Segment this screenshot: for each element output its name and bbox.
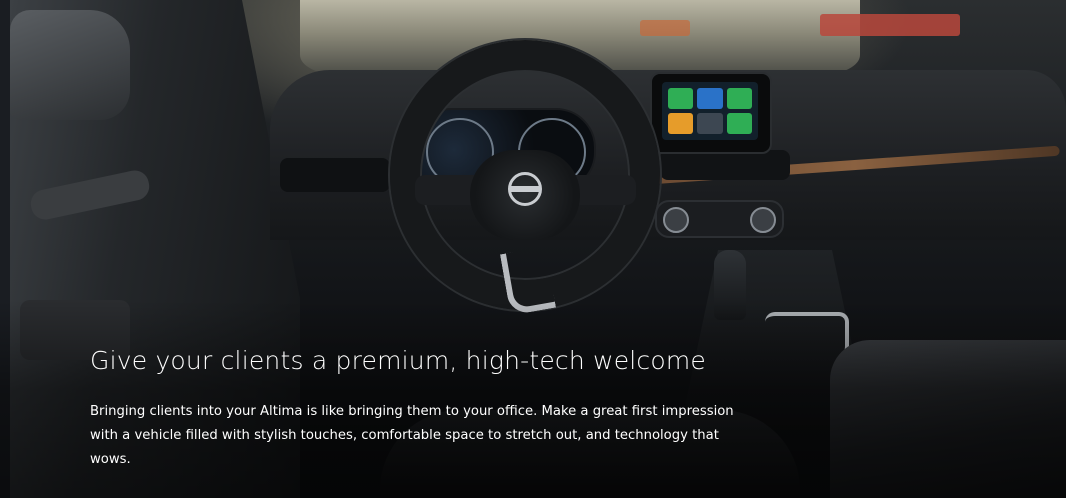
climate-knob-left bbox=[663, 207, 689, 233]
app-tile bbox=[697, 88, 723, 109]
app-tile bbox=[726, 113, 752, 134]
infotainment-screen bbox=[662, 82, 758, 140]
app-tile bbox=[726, 88, 752, 109]
app-tile bbox=[668, 88, 694, 109]
street-vehicle bbox=[640, 20, 690, 36]
air-vent-right bbox=[660, 150, 790, 180]
climate-controls bbox=[655, 200, 784, 238]
street-bus bbox=[820, 14, 960, 36]
hero-body-text: Bringing clients into your Altima is lik… bbox=[90, 404, 734, 467]
air-vent-left bbox=[280, 158, 390, 192]
side-mirror bbox=[10, 10, 130, 120]
infotainment-display bbox=[650, 72, 772, 154]
app-tile bbox=[697, 113, 723, 134]
nissan-logo-icon bbox=[508, 172, 542, 206]
app-tile bbox=[668, 113, 694, 134]
hero-section: Give your clients a premium, high-tech w… bbox=[0, 0, 1066, 498]
logo-bar bbox=[511, 186, 539, 192]
climate-knob-right bbox=[750, 207, 776, 233]
hero-headline: Give your clients a premium, high-tech w… bbox=[90, 346, 706, 375]
